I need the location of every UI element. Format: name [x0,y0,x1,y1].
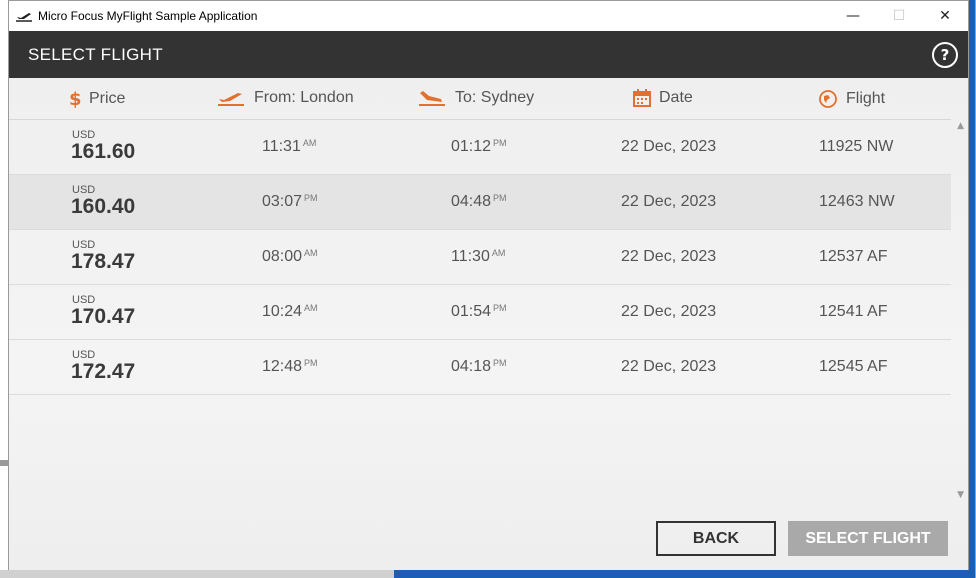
title-bar: Micro Focus MyFlight Sample Application … [9,1,968,31]
flight-number: 12537 AF [819,248,888,265]
back-button[interactable]: BACK [656,521,776,556]
departure-time-value: 12:48 [262,358,303,375]
departure-time-value: 10:24 [262,303,303,320]
column-price-label: Price [89,90,126,107]
departure-time: 11:31 AM [262,138,316,156]
departure-time: 10:24 AM [262,303,318,321]
arrival-time: 01:12 PM [451,138,507,156]
departure-time: 03:07 PM [262,193,318,211]
flight-date: 22 Dec, 2023 [621,193,717,210]
dollar-icon: $ [69,89,81,109]
flight-table: USD 161.60 11:31 AM 01:12 PM 22 Dec, 2023 … [9,120,951,395]
column-to-label: To: Sydney [455,89,535,106]
flight-date: 22 Dec, 2023 [621,303,717,320]
maximize-button[interactable]: ☐ [876,1,922,31]
background-window-bottom [0,570,394,578]
flight-date: 22 Dec, 2023 [621,248,717,265]
arrival-time: 11:30 AM [451,248,505,266]
column-from-label: From: London [254,89,354,106]
minimize-button[interactable]: — [830,1,876,31]
arrival-ampm: PM [493,358,507,368]
flight-row[interactable]: USD 172.47 12:48 PM 04:18 PM 22 Dec, 2023 … [9,340,951,395]
price-value: 160.40 [71,195,136,218]
column-header-row: $ Price From: London To: Sydney Date Fli… [9,78,951,120]
page-header: SELECT FLIGHT ? [9,31,968,78]
price-value: 172.47 [71,360,136,383]
plane-app-icon [16,13,32,22]
plane-landing-icon [417,89,447,107]
departure-time: 12:48 PM [262,358,318,376]
column-date-label: Date [659,89,693,106]
flight-date: 22 Dec, 2023 [621,358,717,375]
arrival-time-value: 04:48 [451,193,492,210]
column-to[interactable]: To: Sydney [417,89,534,107]
price-value: 161.60 [71,140,136,163]
arrival-ampm: AM [491,248,506,258]
window-title: Micro Focus MyFlight Sample Application [38,9,258,23]
flight-row-selected[interactable]: USD 160.40 03:07 PM 04:48 PM 22 Dec, 2023 … [9,175,951,230]
arrival-ampm: PM [493,193,507,203]
flight-row[interactable]: USD 161.60 11:31 AM 01:12 PM 22 Dec, 2023 … [9,120,951,175]
svg-text:$: $ [69,89,81,109]
page-title: SELECT FLIGHT [28,45,163,64]
departure-time-value: 03:07 [262,193,303,210]
column-date[interactable]: Date [633,89,693,107]
flight-row[interactable]: USD 178.47 08:00 AM 11:30 AM 22 Dec, 2023 … [9,230,951,285]
arrival-ampm: PM [493,138,507,148]
plane-takeoff-icon [216,89,246,107]
arrival-time: 04:18 PM [451,358,507,376]
column-from[interactable]: From: London [216,89,354,107]
flight-number: 11925 NW [819,138,894,155]
close-button[interactable]: ✕ [922,1,968,31]
flight-list-panel: $ Price From: London To: Sydney Date Fli… [9,78,968,570]
flight-date: 22 Dec, 2023 [621,138,717,155]
flight-number: 12463 NW [819,193,895,210]
app-window: Micro Focus MyFlight Sample Application … [8,0,969,570]
scroll-up-arrow-icon[interactable]: ▲ [957,121,964,131]
select-flight-button[interactable]: SELECT FLIGHT [788,521,948,556]
flight-number: 12545 AF [819,358,888,375]
arrival-time-value: 04:18 [451,358,492,375]
column-flight[interactable]: Flight [818,89,885,109]
arrival-time-value: 01:12 [451,138,492,155]
price-value: 170.47 [71,305,136,328]
arrival-time-value: 11:30 [451,248,490,265]
departure-time-value: 08:00 [262,248,303,265]
departure-ampm: PM [304,358,318,368]
arrival-time-value: 01:54 [451,303,492,320]
price-value: 178.47 [71,250,136,273]
departure-ampm: AM [304,248,318,258]
globe-icon [818,89,838,109]
arrival-time: 01:54 PM [451,303,507,321]
departure-time: 08:00 AM [262,248,318,266]
arrival-ampm: PM [493,303,507,313]
flight-row[interactable]: USD 170.47 10:24 AM 01:54 PM 22 Dec, 2023 … [9,285,951,340]
flight-number: 12541 AF [819,303,888,320]
calendar-icon [633,89,651,107]
column-flight-label: Flight [846,90,886,107]
departure-time-value: 11:31 [262,138,301,155]
arrival-time: 04:48 PM [451,193,507,211]
scroll-down-arrow-icon[interactable]: ▼ [957,490,964,500]
column-price[interactable]: $ Price [69,89,125,109]
departure-ampm: PM [304,193,318,203]
departure-ampm: AM [304,303,318,313]
help-button[interactable]: ? [932,42,958,68]
departure-ampm: AM [302,138,317,148]
